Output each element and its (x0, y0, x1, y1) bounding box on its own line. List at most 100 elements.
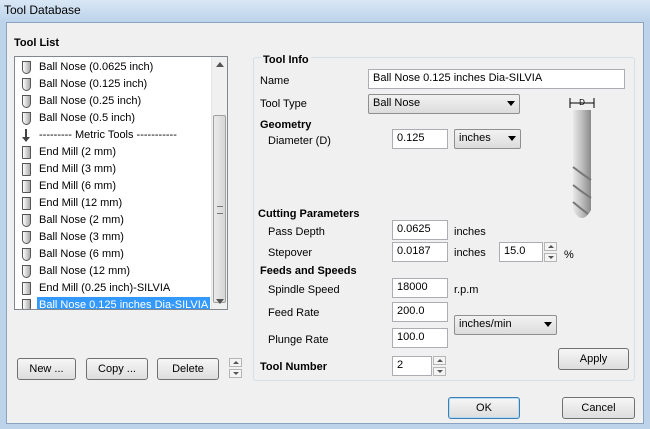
tool-list-item-label: Ball Nose (0.25 inch) (39, 95, 142, 107)
spindle-speed-input[interactable]: 18000 (392, 278, 448, 298)
tool-list-item-label: End Mill (12 mm) (39, 197, 123, 209)
tool-list-item[interactable]: Ball Nose (3 mm) (16, 229, 212, 246)
pass-depth-label: Pass Depth (268, 226, 325, 238)
ball-nose-icon (22, 265, 31, 278)
tool-list-item-label: End Mill (3 mm) (39, 163, 117, 175)
rate-units-value: inches/min (459, 318, 512, 330)
apply-button[interactable]: Apply (558, 348, 629, 370)
end-mill-icon (22, 197, 31, 210)
tool-list-item[interactable]: Ball Nose (2 mm) (16, 212, 212, 229)
tool-list-item[interactable]: End Mill (2 mm) (16, 144, 212, 161)
move-up-icon[interactable] (229, 358, 242, 367)
spindle-speed-unit: r.p.m (454, 284, 479, 296)
increment-icon[interactable] (544, 242, 557, 251)
name-label: Name (260, 75, 290, 87)
percent-sign: % (564, 249, 574, 261)
diameter-label: Diameter (D) (268, 135, 331, 147)
reorder-spinner[interactable] (229, 358, 242, 378)
tool-type-select[interactable]: Ball Nose (368, 94, 520, 114)
tool-list-item[interactable]: Ball Nose (0.125 inch) (16, 76, 212, 93)
tool-number-spinner[interactable] (433, 356, 446, 376)
copy-tool-button[interactable]: Copy ... (86, 358, 148, 380)
diagram-dimension-label: D (579, 98, 585, 107)
tool-list[interactable]: Ball Nose 0.125 inches Dia-SILVIA End Mil… (14, 56, 228, 310)
tool-list-item[interactable]: End Mill (3 mm) (16, 161, 212, 178)
title-bar[interactable]: Tool Database (0, 0, 650, 22)
tool-list-item-label: Ball Nose (0.5 inch) (39, 112, 135, 124)
ok-button[interactable]: OK (448, 397, 520, 419)
move-down-icon[interactable] (229, 369, 242, 378)
end-mill-icon (22, 146, 31, 159)
plunge-rate-label: Plunge Rate (268, 334, 329, 346)
tool-list-item[interactable]: End Mill (6 mm) (16, 178, 212, 195)
tool-type-label: Tool Type (260, 98, 307, 110)
tool-list-item-label: Ball Nose (0.0625 inch) (39, 61, 154, 73)
plunge-rate-input[interactable]: 100.0 (392, 328, 448, 348)
tool-list-item-label: Ball Nose (6 mm) (39, 248, 124, 260)
grip-icon (217, 206, 223, 214)
cancel-button[interactable]: Cancel (562, 397, 635, 419)
end-mill-icon (22, 163, 31, 176)
geometry-heading: Geometry (260, 119, 312, 131)
ball-nose-icon (22, 95, 31, 108)
ball-nose-icon (22, 61, 31, 74)
rate-units-select[interactable]: inches/min (454, 315, 557, 335)
window-title: Tool Database (4, 3, 81, 17)
chevron-down-icon (544, 322, 552, 327)
tool-list-item[interactable]: Ball Nose (6 mm) (16, 246, 212, 263)
tool-number-input[interactable]: 2 (392, 356, 432, 376)
tool-list-item[interactable]: Ball Nose (0.0625 inch) (16, 59, 212, 76)
tool-list-scrollbar[interactable] (211, 57, 227, 309)
pass-depth-unit: inches (454, 226, 486, 238)
tool-list-item[interactable]: End Mill (0.25 inch)-SILVIA (16, 280, 212, 297)
cutting-parameters-heading: Cutting Parameters (258, 208, 360, 220)
increment-icon[interactable] (433, 356, 446, 365)
tool-list-item-label: Ball Nose (12 mm) (39, 265, 131, 277)
ball-nose-icon (22, 231, 31, 244)
diameter-input[interactable]: 0.125 (392, 129, 448, 149)
delete-tool-button[interactable]: Delete (157, 358, 219, 380)
stepover-label: Stepover (268, 247, 313, 259)
tool-list-item[interactable]: End Mill (12 mm) (16, 195, 212, 212)
stepover-unit: inches (454, 247, 486, 259)
chevron-down-icon (508, 136, 516, 141)
diameter-units-value: inches (459, 132, 491, 144)
pass-depth-input[interactable]: 0.0625 (392, 220, 448, 240)
stepover-percent-input[interactable]: 15.0 (499, 242, 543, 262)
ball-nose-diagram: D (569, 98, 595, 218)
feed-rate-label: Feed Rate (268, 307, 320, 319)
chevron-down-icon (507, 101, 515, 106)
feeds-speeds-heading: Feeds and Speeds (260, 265, 357, 277)
tool-list-item-label: --------- Metric Tools ----------- (39, 129, 177, 141)
diameter-units-select[interactable]: inches (454, 129, 521, 149)
ball-nose-icon (22, 112, 31, 125)
tool-list-item-label: End Mill (6 mm) (39, 180, 117, 192)
tool-list-item-label: Ball Nose (0.125 inch) (39, 78, 148, 90)
decrement-icon[interactable] (433, 367, 446, 376)
tool-type-value: Ball Nose (373, 97, 421, 109)
end-mill-icon (22, 180, 31, 193)
end-mill-icon (22, 282, 31, 295)
tool-list-item[interactable]: Ball Nose (12 mm) (16, 263, 212, 280)
tool-number-label: Tool Number (260, 361, 328, 373)
ball-nose-icon (22, 214, 31, 227)
scroll-up-arrow-icon[interactable] (216, 62, 224, 67)
tool-list-item-label: Ball Nose (2 mm) (39, 214, 124, 226)
tool-list-item-label: Ball Nose 0.125 inches Dia-SILVIA (37, 297, 211, 309)
feed-rate-input[interactable]: 200.0 (392, 302, 448, 322)
tool-list-item[interactable]: --------- Metric Tools ----------- (16, 127, 212, 144)
new-tool-button[interactable]: New ... (17, 358, 76, 380)
tool-list-item[interactable]: Ball Nose (0.25 inch) (16, 93, 212, 110)
scroll-thumb[interactable] (213, 115, 226, 303)
stepover-input[interactable]: 0.0187 (392, 242, 448, 262)
stepover-percent-spinner[interactable] (544, 242, 557, 262)
tool-list-item[interactable]: Ball Nose 0.125 inches Dia-SILVIA (16, 297, 212, 309)
ball-nose-icon (22, 299, 31, 309)
tool-name-input[interactable]: Ball Nose 0.125 inches Dia-SILVIA (368, 69, 625, 89)
tool-list-item-label: End Mill (2 mm) (39, 146, 117, 158)
scroll-down-arrow-icon[interactable] (216, 299, 224, 304)
tool-list-item[interactable]: Ball Nose (0.5 inch) (16, 110, 212, 127)
spindle-speed-label: Spindle Speed (268, 284, 340, 296)
decrement-icon[interactable] (544, 253, 557, 262)
ball-nose-icon (22, 78, 31, 91)
